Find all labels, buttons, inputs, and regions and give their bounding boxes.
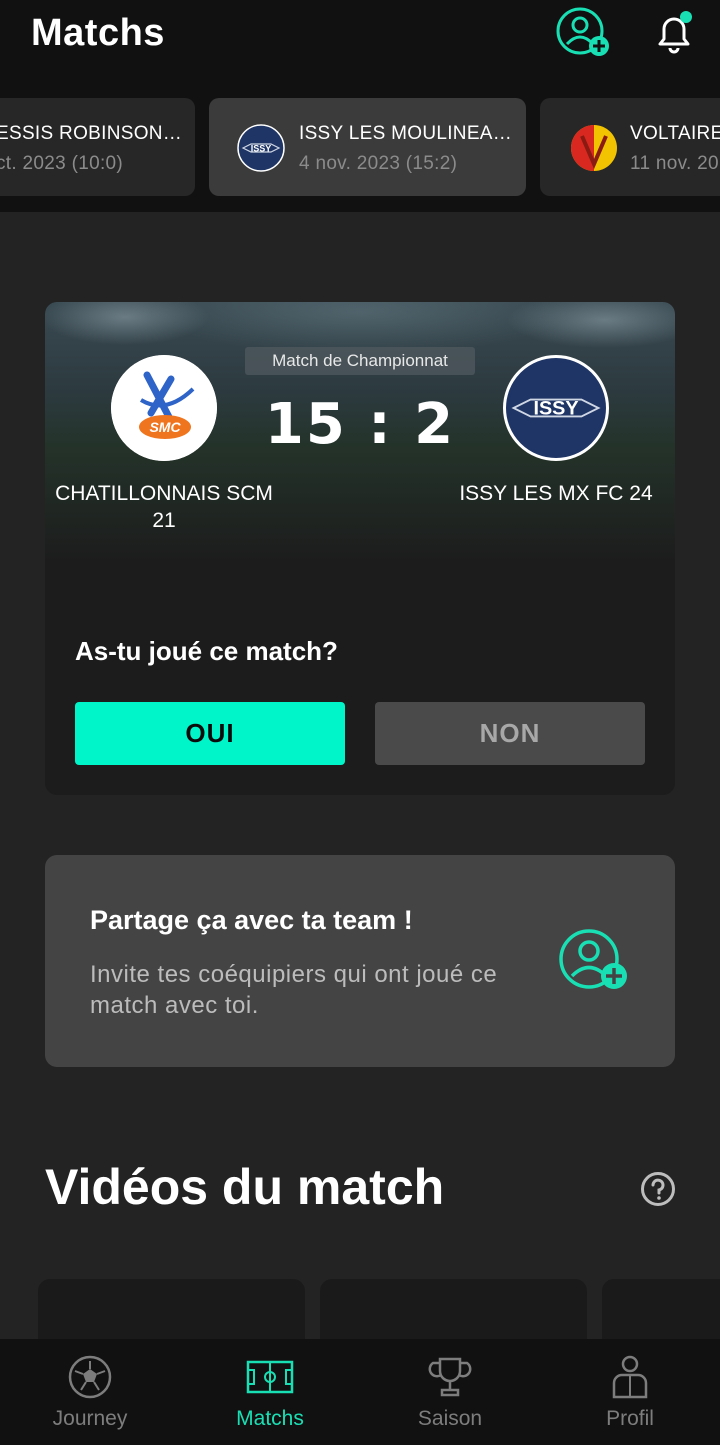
nav-profil[interactable]: Profil bbox=[540, 1339, 720, 1445]
no-button[interactable]: NON bbox=[375, 702, 645, 765]
competition-badge: Match de Championnat bbox=[245, 347, 475, 375]
bottom-navigation: Journey Matchs Saison Profil bbox=[0, 1339, 720, 1445]
home-team-name: CHATILLONNAIS SCM 21 bbox=[55, 482, 273, 532]
nav-label: Profil bbox=[606, 1407, 654, 1430]
svg-text:ISSY: ISSY bbox=[251, 144, 272, 154]
svg-text:SMC: SMC bbox=[149, 419, 181, 435]
match-card[interactable]: ESSIS ROBINSON… ct. 2023 (10:0) bbox=[0, 98, 195, 196]
played-question: As-tu joué ce match? bbox=[75, 636, 338, 666]
share-team-card[interactable]: Partage ça avec ta team ! Invite tes coé… bbox=[45, 855, 675, 1067]
add-user-icon[interactable] bbox=[555, 6, 611, 62]
match-card-date: ct. 2023 (10:0) bbox=[0, 153, 124, 174]
voltaire-club-logo bbox=[571, 125, 617, 171]
match-card-name: ISSY LES MOULINEA… bbox=[299, 123, 513, 144]
page-title: Matchs bbox=[31, 12, 165, 54]
nav-label: Saison bbox=[417, 1407, 483, 1430]
share-title: Partage ça avec ta team ! bbox=[90, 905, 413, 935]
match-card-date: 11 nov. 20 bbox=[630, 153, 719, 174]
match-card[interactable]: VOLTAIRE 11 nov. 20 bbox=[540, 98, 720, 196]
issy-club-logo: ISSY bbox=[237, 124, 285, 172]
match-card-selected[interactable]: ISSY ISSY LES MOULINEA… 4 nov. 2023 (15:… bbox=[209, 98, 526, 196]
nav-label: Journey bbox=[52, 1407, 128, 1430]
away-team-logo: ISSY bbox=[503, 355, 609, 461]
player-icon bbox=[612, 1355, 648, 1399]
match-card-name: VOLTAIRE bbox=[630, 123, 720, 144]
top-header: Matchs ESSIS ROBINSON… ct. 2023 (10:0) I… bbox=[0, 0, 720, 212]
away-team-name: ISSY LES MX FC 24 bbox=[459, 482, 653, 505]
match-score: 15 : 2 bbox=[264, 392, 456, 457]
match-carousel: ESSIS ROBINSON… ct. 2023 (10:0) ISSY ISS… bbox=[0, 98, 720, 198]
nav-label: Matchs bbox=[236, 1407, 304, 1430]
nav-saison[interactable]: Saison bbox=[360, 1339, 540, 1445]
match-card-date: 4 nov. 2023 (15:2) bbox=[299, 153, 458, 174]
notification-bell-icon[interactable] bbox=[650, 8, 698, 56]
soccer-ball-icon bbox=[68, 1355, 112, 1399]
nav-journey[interactable]: Journey bbox=[0, 1339, 180, 1445]
invite-teammate-icon[interactable] bbox=[557, 929, 633, 995]
videos-section-title: Vidéos du match bbox=[45, 1159, 445, 1215]
yes-button[interactable]: OUI bbox=[75, 702, 345, 765]
trophy-icon bbox=[428, 1357, 472, 1397]
pitch-icon bbox=[246, 1360, 294, 1394]
help-icon[interactable] bbox=[640, 1171, 676, 1207]
match-score-card: Match de Championnat SMC 15 : 2 ISSY CHA… bbox=[45, 302, 675, 795]
nav-matchs[interactable]: Matchs bbox=[180, 1339, 360, 1445]
share-description: Invite tes coéquipiers qui ont joué ce m… bbox=[90, 961, 498, 1019]
match-card-name: ESSIS ROBINSON… bbox=[0, 123, 183, 144]
svg-text:ISSY: ISSY bbox=[533, 398, 578, 420]
home-team-logo: SMC bbox=[111, 355, 217, 461]
